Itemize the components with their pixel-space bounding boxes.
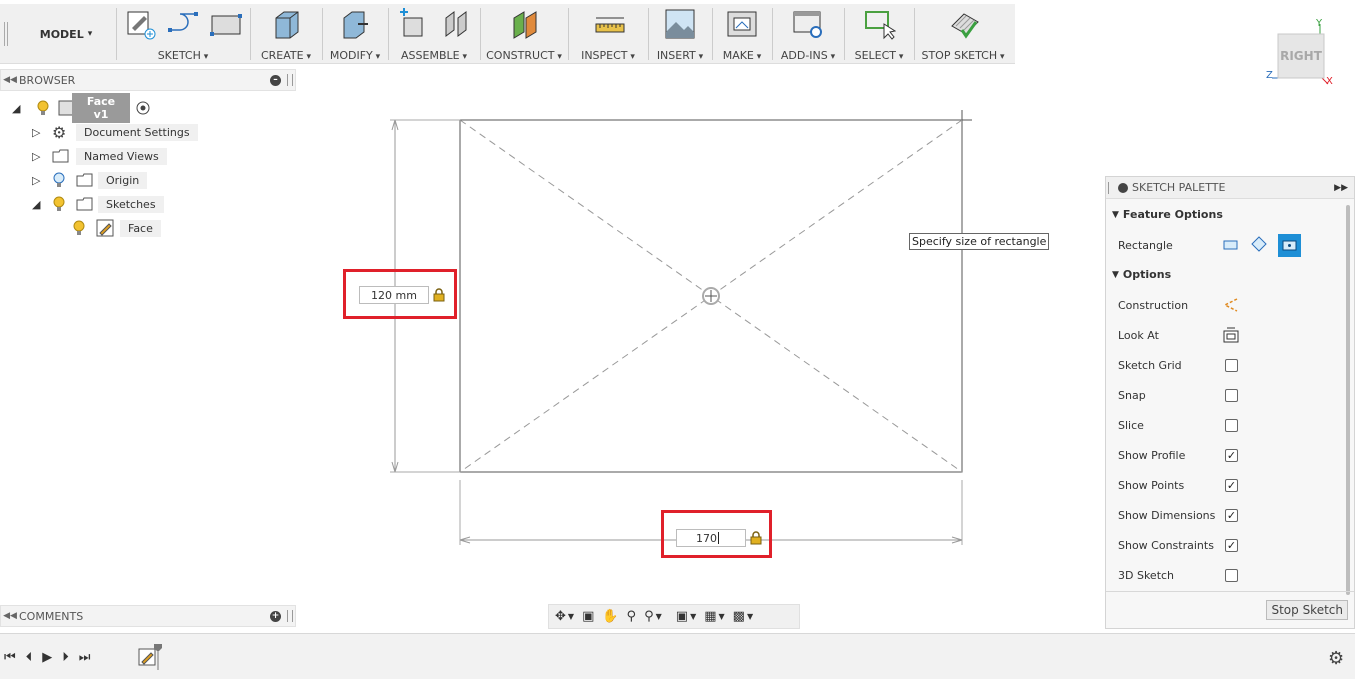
navigation-bar: ✥ ▼ ▣ ✋ ⚲ ⚲ ▼ ▣ ▼ ▦ ▼ ▩ ▼ bbox=[548, 604, 800, 629]
two-point-rectangle-icon[interactable] bbox=[1223, 238, 1239, 252]
viewcube-axis-y-label: Y bbox=[1316, 18, 1323, 29]
display-settings-icon[interactable]: ▣ bbox=[676, 609, 688, 624]
go-to-start-icon[interactable]: ⏮ bbox=[4, 650, 16, 665]
text-cursor bbox=[718, 532, 719, 544]
palette-header[interactable]: SKETCH PALETTE ▶▶ bbox=[1106, 177, 1354, 199]
height-dimension-value: 120 mm bbox=[371, 288, 417, 302]
sketch-grid-checkbox[interactable] bbox=[1225, 359, 1238, 372]
show-points-checkbox[interactable]: ✓ bbox=[1225, 479, 1238, 492]
look-at-icon[interactable] bbox=[1223, 327, 1239, 343]
option-row-sketch-grid: Sketch Grid bbox=[1118, 355, 1182, 375]
option-row-show-constraints: Show Constraints bbox=[1118, 535, 1214, 555]
width-dimension-input[interactable]: 170 bbox=[676, 529, 746, 547]
collapse-triangle-icon[interactable]: ▼ bbox=[1112, 270, 1119, 280]
option-label: Show Dimensions bbox=[1118, 508, 1216, 522]
option-row-snap: Snap bbox=[1118, 385, 1146, 405]
step-forward-icon[interactable]: ⏵ bbox=[62, 650, 69, 665]
timeline-controls: ⏮ ⏴ ▶ ⏵ ⏭ bbox=[4, 650, 90, 665]
step-back-icon[interactable]: ⏴ bbox=[26, 650, 33, 665]
viewcube-axis-z-label: Z bbox=[1266, 70, 1273, 81]
panel-grip-icon[interactable] bbox=[1108, 181, 1112, 194]
show-profile-checkbox[interactable]: ✓ bbox=[1225, 449, 1238, 462]
width-dimension-value: 170 bbox=[696, 531, 717, 545]
option-label: Show Profile bbox=[1118, 448, 1186, 462]
option-label: Look At bbox=[1118, 328, 1159, 342]
option-row-show-dimensions: Show Dimensions bbox=[1118, 505, 1215, 525]
dropdown-arrow-icon[interactable]: ▼ bbox=[719, 612, 725, 621]
palette-scrollbar[interactable] bbox=[1346, 205, 1350, 595]
three-point-rectangle-icon[interactable] bbox=[1251, 236, 1267, 252]
look-at-icon[interactable]: ▣ bbox=[582, 609, 594, 624]
option-row-show-profile: Show Profile bbox=[1118, 445, 1185, 465]
3d-sketch-checkbox[interactable] bbox=[1225, 569, 1238, 582]
dropdown-arrow-icon[interactable]: ▼ bbox=[656, 612, 662, 621]
center-rectangle-icon[interactable] bbox=[1278, 234, 1301, 257]
construction-icon[interactable] bbox=[1223, 297, 1239, 313]
lock-icon[interactable] bbox=[433, 288, 445, 302]
minimize-icon[interactable] bbox=[1118, 182, 1128, 193]
sketch-palette: SKETCH PALETTE ▶▶ ▼ Feature Options Recta… bbox=[1105, 176, 1355, 629]
option-label: 3D Sketch bbox=[1118, 568, 1175, 582]
viewcube-axis-x-label: X bbox=[1326, 76, 1333, 87]
rectangle-label: Rectangle bbox=[1118, 238, 1173, 252]
feature-options-label: Feature Options bbox=[1122, 208, 1223, 221]
viewcube-face-label: RIGHT bbox=[1280, 49, 1322, 63]
option-label: Snap bbox=[1118, 388, 1146, 402]
fit-zoom-icon[interactable]: ⚲ bbox=[644, 609, 654, 624]
viewcube[interactable]: RIGHT Y Z X bbox=[1262, 18, 1342, 90]
orbit-icon[interactable]: ✥ bbox=[555, 609, 566, 624]
show-dimensions-checkbox[interactable]: ✓ bbox=[1225, 509, 1238, 522]
timeline-bar: ⏮ ⏴ ▶ ⏵ ⏭ ⚙ bbox=[0, 633, 1355, 679]
collapse-triangle-icon[interactable]: ▼ bbox=[1112, 210, 1119, 220]
dropdown-arrow-icon[interactable]: ▼ bbox=[690, 612, 696, 621]
timeline-marker-icon[interactable] bbox=[154, 644, 162, 670]
viewports-icon[interactable]: ▩ bbox=[733, 609, 745, 624]
option-label: Slice bbox=[1118, 418, 1144, 432]
options-label: Options bbox=[1122, 268, 1172, 281]
panel-grip-icon[interactable] bbox=[287, 610, 293, 622]
comments-header[interactable]: ◀◀ COMMENTS + bbox=[0, 605, 296, 627]
dropdown-arrow-icon[interactable]: ▼ bbox=[568, 612, 574, 621]
dropdown-arrow-icon[interactable]: ▼ bbox=[747, 612, 753, 621]
option-label: Show Points bbox=[1118, 478, 1185, 492]
option-row-3d-sketch: 3D Sketch bbox=[1118, 565, 1174, 585]
stop-sketch-button[interactable]: Stop Sketch bbox=[1266, 600, 1348, 620]
grid-icon[interactable]: ▦ bbox=[704, 609, 716, 624]
rectangle-tooltip: Specify size of rectangle bbox=[909, 233, 1050, 250]
go-to-end-icon[interactable]: ⏭ bbox=[79, 650, 91, 665]
option-label: Construction bbox=[1118, 298, 1189, 312]
sketch-canvas[interactable] bbox=[0, 0, 1100, 600]
option-row-slice: Slice bbox=[1118, 415, 1144, 435]
pan-hand-icon[interactable]: ✋ bbox=[602, 609, 618, 624]
option-row-look-at: Look At bbox=[1118, 325, 1159, 345]
timeline-settings-gear-icon[interactable]: ⚙ bbox=[1328, 648, 1344, 669]
options-section[interactable]: ▼ Options bbox=[1112, 268, 1171, 281]
slice-checkbox[interactable] bbox=[1225, 419, 1238, 432]
height-dimension-input[interactable]: 120 mm bbox=[359, 286, 429, 304]
zoom-icon[interactable]: ⚲ bbox=[627, 609, 637, 624]
option-row-construction: Construction bbox=[1118, 295, 1188, 315]
play-icon[interactable]: ▶ bbox=[42, 650, 52, 665]
feature-options-section[interactable]: ▼ Feature Options bbox=[1112, 208, 1223, 221]
collapse-arrow-icon[interactable]: ◀◀ bbox=[1, 611, 19, 621]
comments-title: COMMENTS bbox=[19, 609, 84, 623]
lock-icon[interactable] bbox=[750, 531, 762, 545]
add-comment-icon[interactable]: + bbox=[270, 610, 281, 622]
show-constraints-checkbox[interactable]: ✓ bbox=[1225, 539, 1238, 552]
expand-arrow-icon[interactable]: ▶▶ bbox=[1334, 183, 1348, 193]
option-label: Sketch Grid bbox=[1118, 358, 1182, 372]
palette-title: SKETCH PALETTE bbox=[1132, 181, 1226, 194]
option-row-show-points: Show Points bbox=[1118, 475, 1184, 495]
rectangle-option-row: Rectangle bbox=[1118, 235, 1173, 255]
snap-checkbox[interactable] bbox=[1225, 389, 1238, 402]
option-label: Show Constraints bbox=[1118, 538, 1214, 552]
palette-footer-divider bbox=[1106, 591, 1354, 592]
